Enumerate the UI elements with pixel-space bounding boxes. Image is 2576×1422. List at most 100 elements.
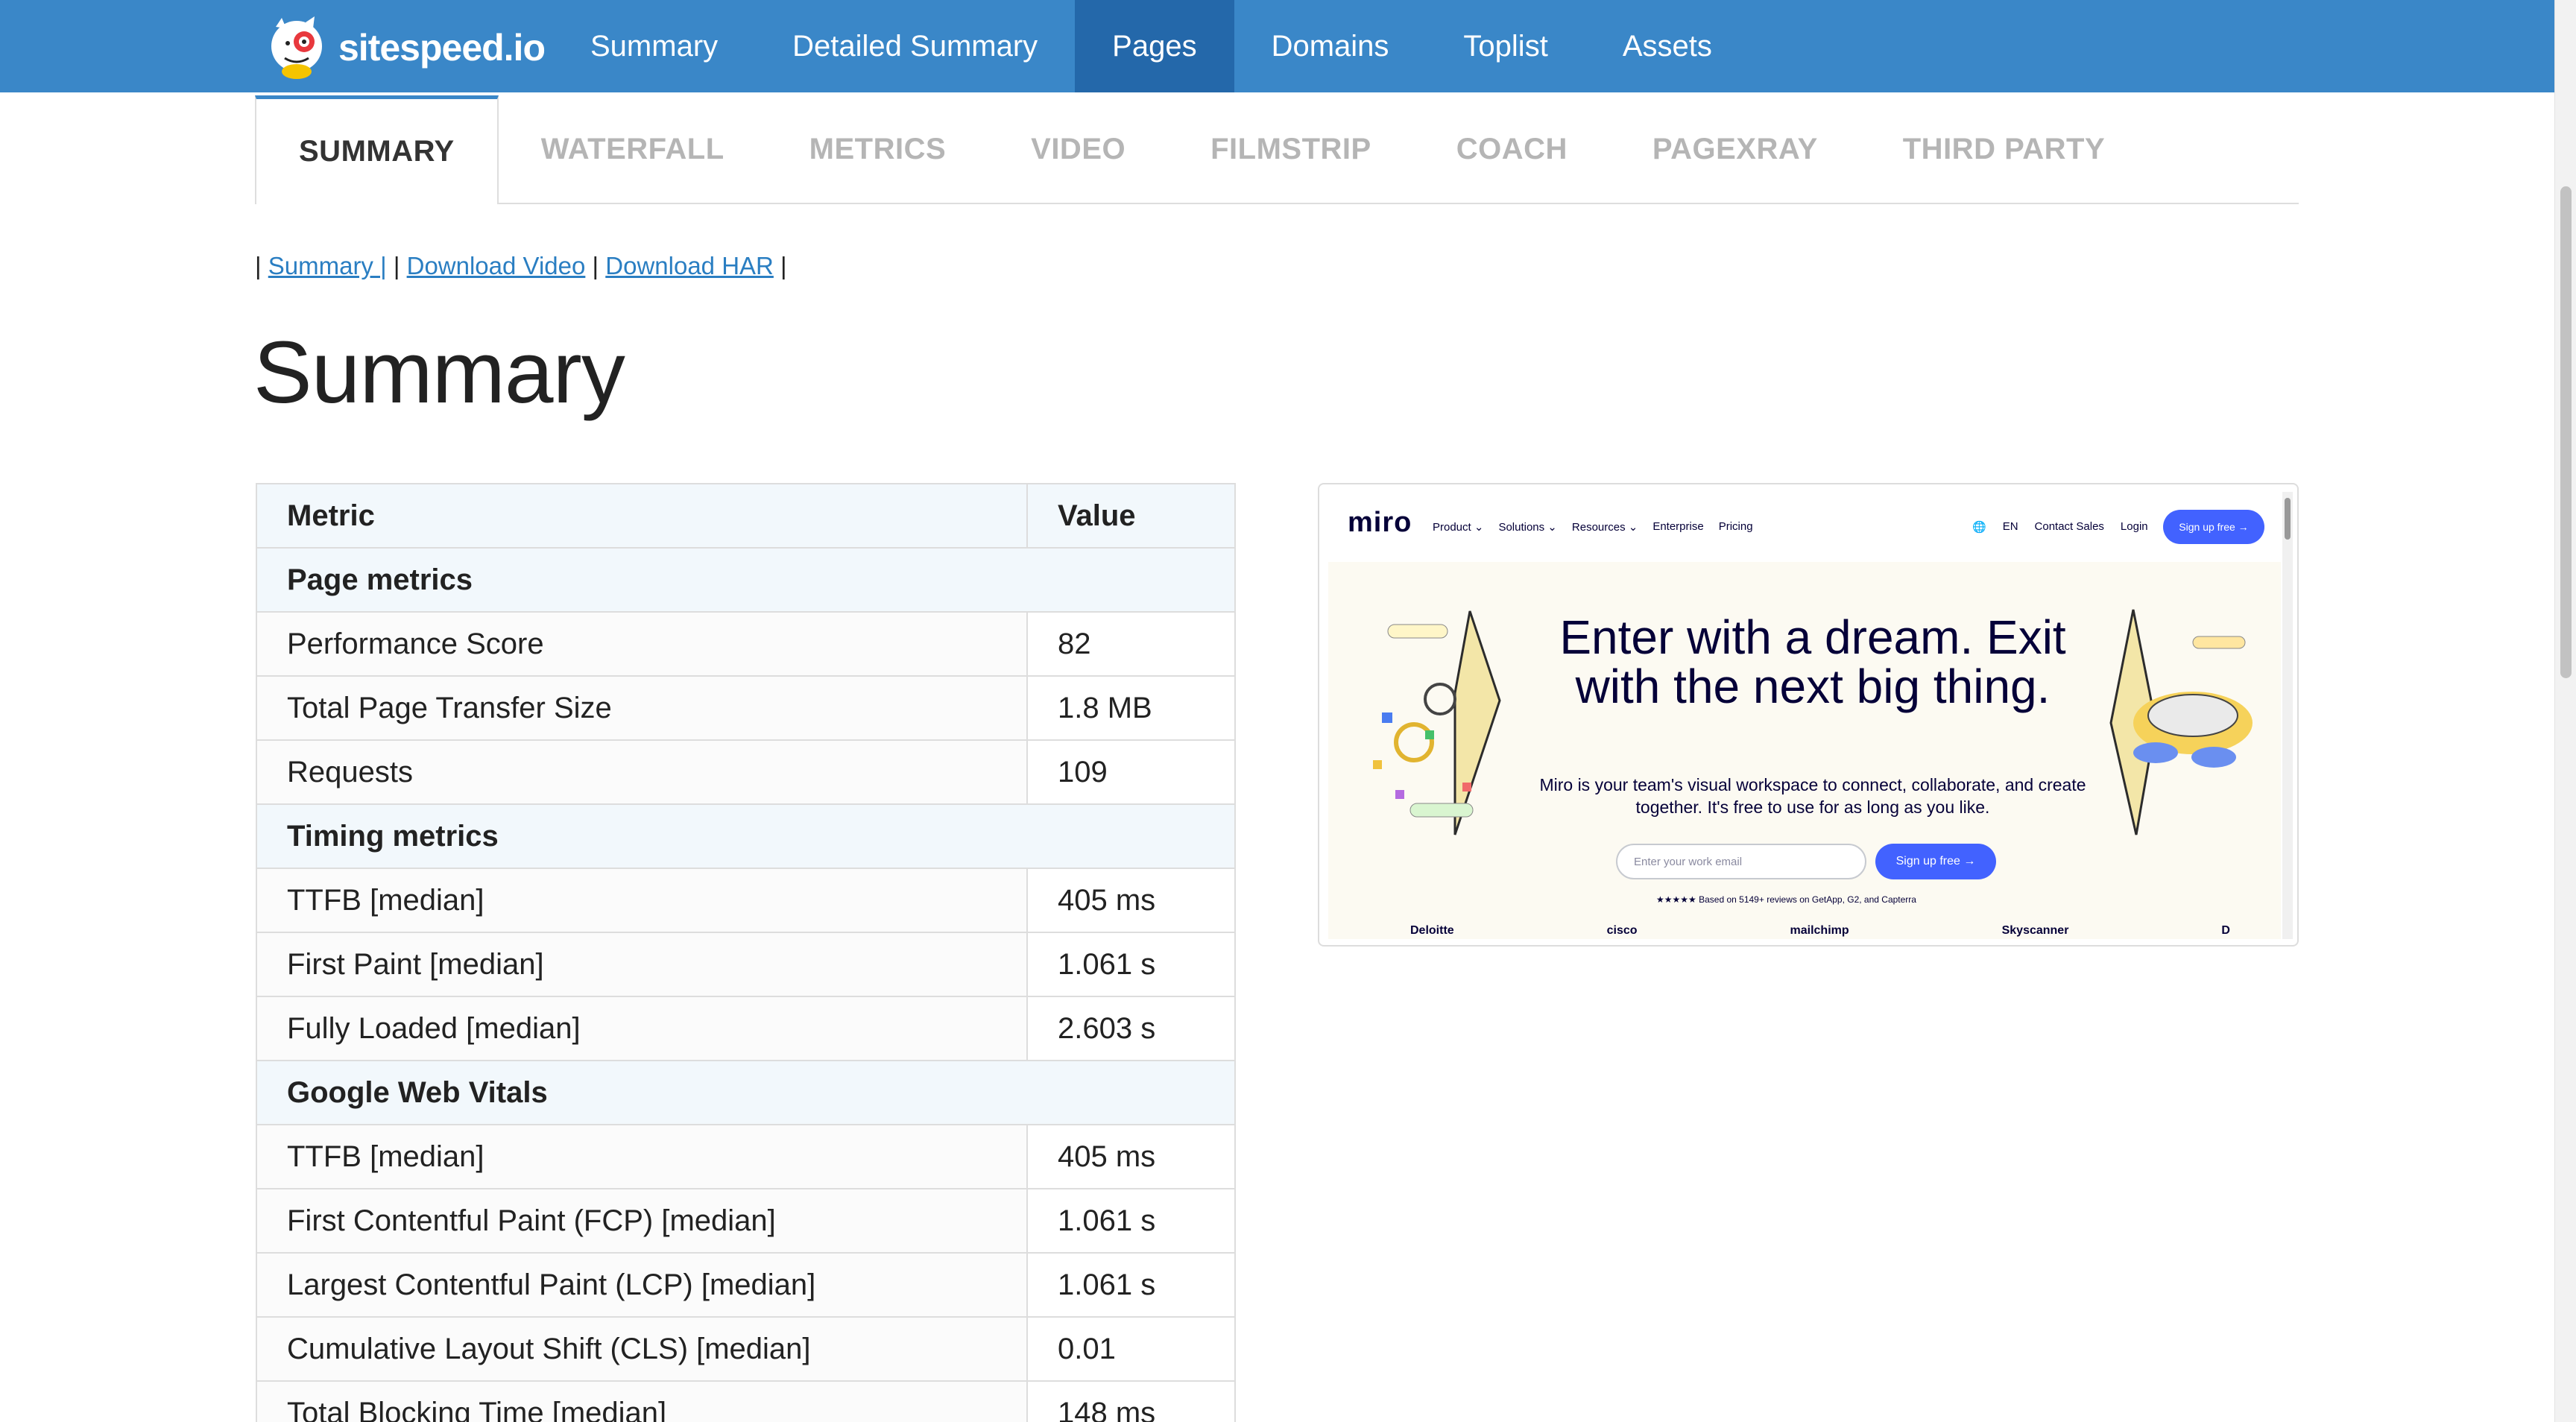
top-navbar: sitespeed.io Summary Detailed Summary Pa… [0, 0, 2554, 92]
miro-nav-link: Solutions ⌄ [1498, 521, 1557, 534]
miro-login: Login [2120, 520, 2148, 533]
summary-link[interactable]: Summary | [268, 252, 387, 279]
nav-domains[interactable]: Domains [1234, 0, 1427, 92]
table-row: Fully Loaded [median] 2.603 s [256, 996, 1236, 1061]
section-row: Timing metrics [256, 803, 1236, 869]
metric-value: 1.8 MB [1026, 675, 1236, 741]
miro-cta-button: Sign up free → [1875, 844, 1996, 879]
metric-name: Cumulative Layout Shift (CLS) [median] [256, 1316, 1028, 1382]
tab-third-party[interactable]: THIRD PARTY [1860, 95, 2147, 203]
page: sitespeed.io Summary Detailed Summary Pa… [0, 0, 2576, 1422]
nav-assets[interactable]: Assets [1585, 0, 1749, 92]
client-logo: D [2221, 924, 2230, 937]
table-row: Total Page Transfer Size 1.8 MB [256, 675, 1236, 741]
metric-name: TTFB [median] [256, 868, 1028, 933]
metric-value: 2.603 s [1026, 996, 1236, 1061]
miro-client-logos: Deloitte cisco mailchimp Skyscanner D [1410, 924, 2230, 938]
metric-name: TTFB [median] [256, 1124, 1028, 1189]
section-row: Page metrics [256, 547, 1236, 613]
table-row: TTFB [median] 405 ms [256, 1124, 1236, 1189]
metric-value: 109 [1026, 739, 1236, 805]
table-row: Cumulative Layout Shift (CLS) [median] 0… [256, 1316, 1236, 1382]
table-row: First Contentful Paint (FCP) [median] 1.… [256, 1188, 1236, 1254]
miro-nav-link: Product ⌄ [1433, 521, 1484, 534]
hero-illustration-left [1373, 610, 1501, 835]
metric-name: First Paint [median] [256, 932, 1028, 997]
page-links: | Summary | | Download Video | Download … [255, 252, 787, 279]
client-logo: Skyscanner [2001, 924, 2069, 937]
table-header-row: Metric Value [256, 483, 1236, 549]
table-row: Largest Contentful Paint (LCP) [median] … [256, 1252, 1236, 1318]
table-row: Performance Score 82 [256, 611, 1236, 677]
metric-name: Performance Score [256, 611, 1028, 677]
metric-value: 1.061 s [1026, 932, 1236, 997]
section-title: Page metrics [256, 547, 1236, 613]
tab-waterfall[interactable]: WATERFALL [499, 95, 767, 203]
tab-metrics[interactable]: METRICS [767, 95, 989, 203]
miro-hero-title: Enter with a dream. Exit with the next b… [1559, 610, 2066, 713]
download-video-link[interactable]: Download Video [407, 252, 586, 279]
page-title: Summary [253, 323, 625, 422]
table-row: Requests 109 [256, 739, 1236, 805]
tab-pagexray[interactable]: PAGEXRAY [1610, 95, 1860, 203]
metric-name: Fully Loaded [median] [256, 996, 1028, 1061]
page-screenshot[interactable]: miro Product ⌄ Solutions ⌄ Resources ⌄ E… [1318, 483, 2299, 947]
miro-contact: Contact Sales [2034, 520, 2104, 533]
metric-name: Total Page Transfer Size [256, 675, 1028, 741]
metric-value: 82 [1026, 611, 1236, 677]
table-row: TTFB [median] 405 ms [256, 868, 1236, 933]
metric-value: 148 ms [1026, 1380, 1236, 1422]
metric-name: Total Blocking Time [median] [256, 1380, 1028, 1422]
summary-table: Metric Value Page metrics Performance Sc… [256, 483, 1236, 1422]
miro-nav-link: Pricing [1718, 520, 1753, 533]
screenshot-scrollbar [2282, 492, 2293, 939]
page-scrollbar-thumb[interactable] [2560, 186, 2572, 678]
miro-navbar: miro Product ⌄ Solutions ⌄ Resources ⌄ E… [1328, 492, 2281, 562]
tab-coach[interactable]: COACH [1414, 95, 1610, 203]
client-logo: Deloitte [1410, 924, 1454, 937]
screenshot-scrollbar-thumb [2285, 498, 2291, 540]
brand-logo[interactable]: sitespeed.io [262, 13, 546, 82]
miro-nav-links: Product ⌄ Solutions ⌄ Resources ⌄ Enterp… [1433, 520, 1753, 534]
metric-value: 1.061 s [1026, 1252, 1236, 1318]
metric-name: Largest Contentful Paint (LCP) [median] [256, 1252, 1028, 1318]
metric-name: First Contentful Paint (FCP) [median] [256, 1188, 1028, 1254]
metric-value: 0.01 [1026, 1316, 1236, 1382]
metric-value: 405 ms [1026, 868, 1236, 933]
header-metric: Metric [256, 483, 1028, 549]
client-logo: cisco [1606, 924, 1638, 937]
miro-lang: EN [2002, 520, 2018, 533]
tab-summary[interactable]: SUMMARY [255, 95, 499, 204]
nav-toplist[interactable]: Toplist [1426, 0, 1585, 92]
sitespeed-mascot-icon [271, 16, 322, 79]
header-value: Value [1026, 483, 1236, 549]
page-scrollbar[interactable] [2554, 0, 2576, 1422]
section-title: Timing metrics [256, 803, 1236, 869]
section-title: Google Web Vitals [256, 1060, 1236, 1125]
section-row: Google Web Vitals [256, 1060, 1236, 1125]
globe-icon: 🌐 [1972, 521, 1986, 534]
miro-signup-button: Sign up free → [2163, 510, 2264, 544]
screenshot-content: miro Product ⌄ Solutions ⌄ Resources ⌄ E… [1328, 492, 2281, 939]
nav-summary[interactable]: Summary [553, 0, 755, 92]
miro-email-input: Enter your work email [1616, 844, 1866, 879]
client-logo: mailchimp [1790, 924, 1849, 937]
metric-value: 1.061 s [1026, 1188, 1236, 1254]
metric-name: Requests [256, 739, 1028, 805]
nav-detailed-summary[interactable]: Detailed Summary [755, 0, 1075, 92]
nav-pages[interactable]: Pages [1075, 0, 1234, 92]
brand-name: sitespeed.io [338, 27, 546, 69]
download-har-link[interactable]: Download HAR [605, 252, 774, 279]
table-row: First Paint [median] 1.061 s [256, 932, 1236, 997]
page-tabs: SUMMARY WATERFALL METRICS VIDEO FILMSTRI… [255, 95, 2299, 204]
main-nav: Summary Detailed Summary Pages Domains T… [553, 0, 1749, 92]
miro-nav-right: 🌐 EN Contact Sales Login [1972, 520, 2148, 534]
miro-nav-link: Resources ⌄ [1571, 521, 1638, 534]
hero-illustration-right [2109, 609, 2253, 835]
miro-hero-subtitle: Miro is your team's visual workspace to … [1539, 775, 2086, 817]
metric-value: 405 ms [1026, 1124, 1236, 1189]
miro-nav-link: Enterprise [1652, 520, 1704, 533]
table-row: Total Blocking Time [median] 148 ms [256, 1380, 1236, 1422]
tab-video[interactable]: VIDEO [988, 95, 1168, 203]
tab-filmstrip[interactable]: FILMSTRIP [1168, 95, 1414, 203]
